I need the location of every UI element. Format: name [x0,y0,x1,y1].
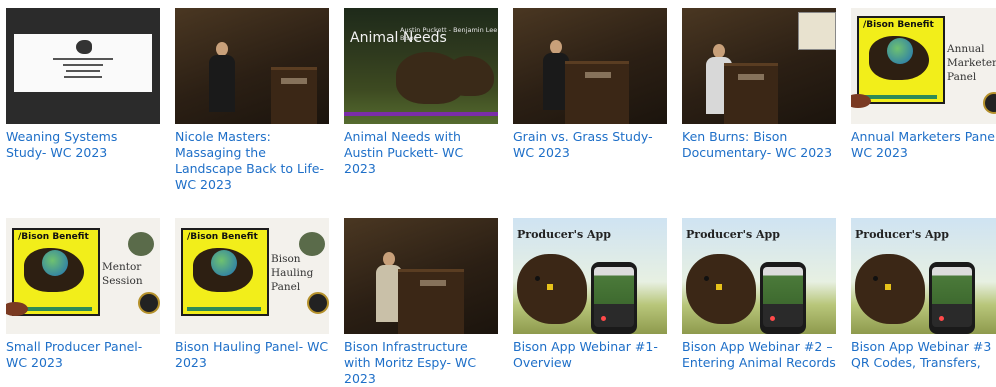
video-thumbnail[interactable] [682,8,836,124]
video-thumbnail[interactable] [6,8,160,124]
thumbnail-label: Bison Hauling Panel [271,253,314,293]
video-title[interactable]: Nicole Masters: Massaging the Landscape … [175,129,329,193]
video-card[interactable]: Producer's App Bison App Webinar #1- Ove… [513,218,667,371]
globe-icon [42,250,68,276]
video-card[interactable]: Animal Needs Austin Puckett - Benjamin L… [344,8,498,177]
video-thumbnail[interactable]: /Bison Benefit Bison Hauling Panel [175,218,329,334]
bison-benefit-logo: /Bison Benefit [181,228,269,316]
video-title[interactable]: Bison App Webinar #1- Overview [513,339,667,371]
projector-screen [798,12,836,50]
seal-icon [983,92,996,114]
video-thumbnail[interactable]: /Bison Benefit Mentor Session [6,218,160,334]
video-card[interactable]: Ken Burns: Bison Documentary- WC 2023 [682,8,836,161]
video-grid: Weaning Systems Study- WC 2023 Nicole Ma… [0,0,996,386]
bison-image [446,56,494,96]
video-thumbnail[interactable] [344,218,498,334]
video-title[interactable]: Bison App Webinar #3 - QR Codes, Transfe… [851,339,996,371]
video-thumbnail[interactable]: /Bison Benefit Annual Marketer's Panel [851,8,996,124]
video-card[interactable]: /Bison Benefit Mentor Session Small Prod… [6,218,160,371]
video-card[interactable]: Producer's App Bison App Webinar #2 – En… [682,218,836,371]
video-title[interactable]: Small Producer Panel- WC 2023 [6,339,160,371]
bison-benefit-logo: /Bison Benefit [12,228,100,316]
thumbnail-label: Annual Marketer's Panel [947,43,996,83]
video-card[interactable]: Bison Infrastructure with Moritz Espy- W… [344,218,498,387]
bird-logo-icon [76,40,92,54]
video-title[interactable]: Ken Burns: Bison Documentary- WC 2023 [682,129,836,161]
video-card[interactable]: Producer's App Bison App Webinar #3 - QR… [851,218,996,371]
video-thumbnail[interactable]: Animal Needs Austin Puckett - Benjamin L… [344,8,498,124]
thumbnail-label: Producer's App [686,228,780,241]
video-card[interactable]: Nicole Masters: Massaging the Landscape … [175,8,329,193]
video-title[interactable]: Annual Marketers Panel- WC 2023 [851,129,996,161]
video-title[interactable]: Grain vs. Grass Study- WC 2023 [513,129,667,161]
video-title[interactable]: Animal Needs with Austin Puckett- WC 202… [344,129,498,177]
thumbnail-label: Producer's App [855,228,949,241]
slide-page [14,34,152,92]
video-thumbnail[interactable]: Producer's App [513,218,667,334]
video-thumbnail[interactable]: Producer's App [851,218,996,334]
bison-image [855,254,925,324]
globe-icon [211,250,237,276]
phone-icon [591,262,637,334]
video-title[interactable]: Bison Hauling Panel- WC 2023 [175,339,329,371]
video-title[interactable]: Bison App Webinar #2 – Entering Animal R… [682,339,836,371]
thumbnail-credit: Austin Puckett - Benjamin Lee Bison [400,26,498,42]
video-thumbnail[interactable] [513,8,667,124]
thumbnail-label: Mentor Session [102,261,143,287]
bison-benefit-logo: /Bison Benefit [857,16,945,104]
bison-image [686,254,756,324]
globe-icon [887,38,913,64]
video-card[interactable]: /Bison Benefit Annual Marketer's Panel A… [851,8,996,161]
thumbnail-label: Producer's App [517,228,611,241]
seal-icon [138,292,160,314]
phone-icon [760,262,806,334]
video-card[interactable]: /Bison Benefit Bison Hauling Panel Bison… [175,218,329,371]
video-card[interactable]: Grain vs. Grass Study- WC 2023 [513,8,667,161]
video-title[interactable]: Weaning Systems Study- WC 2023 [6,129,160,161]
seal-icon [307,292,329,314]
phone-icon [929,262,975,334]
video-card[interactable]: Weaning Systems Study- WC 2023 [6,8,160,161]
video-title[interactable]: Bison Infrastructure with Moritz Espy- W… [344,339,498,387]
bison-image [517,254,587,324]
video-thumbnail[interactable]: Producer's App [682,218,836,334]
speaker [209,42,235,124]
video-thumbnail[interactable] [175,8,329,124]
